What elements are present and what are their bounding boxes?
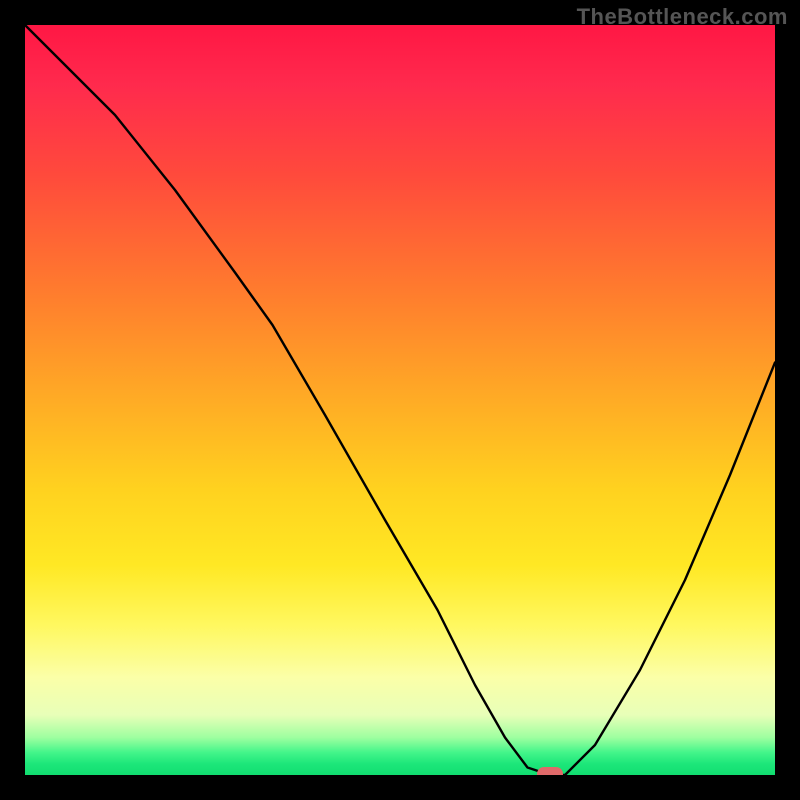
curve-path [25,25,775,775]
chart-container: TheBottleneck.com [0,0,800,800]
bottleneck-curve [25,25,775,775]
plot-area [25,25,775,775]
optimal-marker [537,767,563,775]
